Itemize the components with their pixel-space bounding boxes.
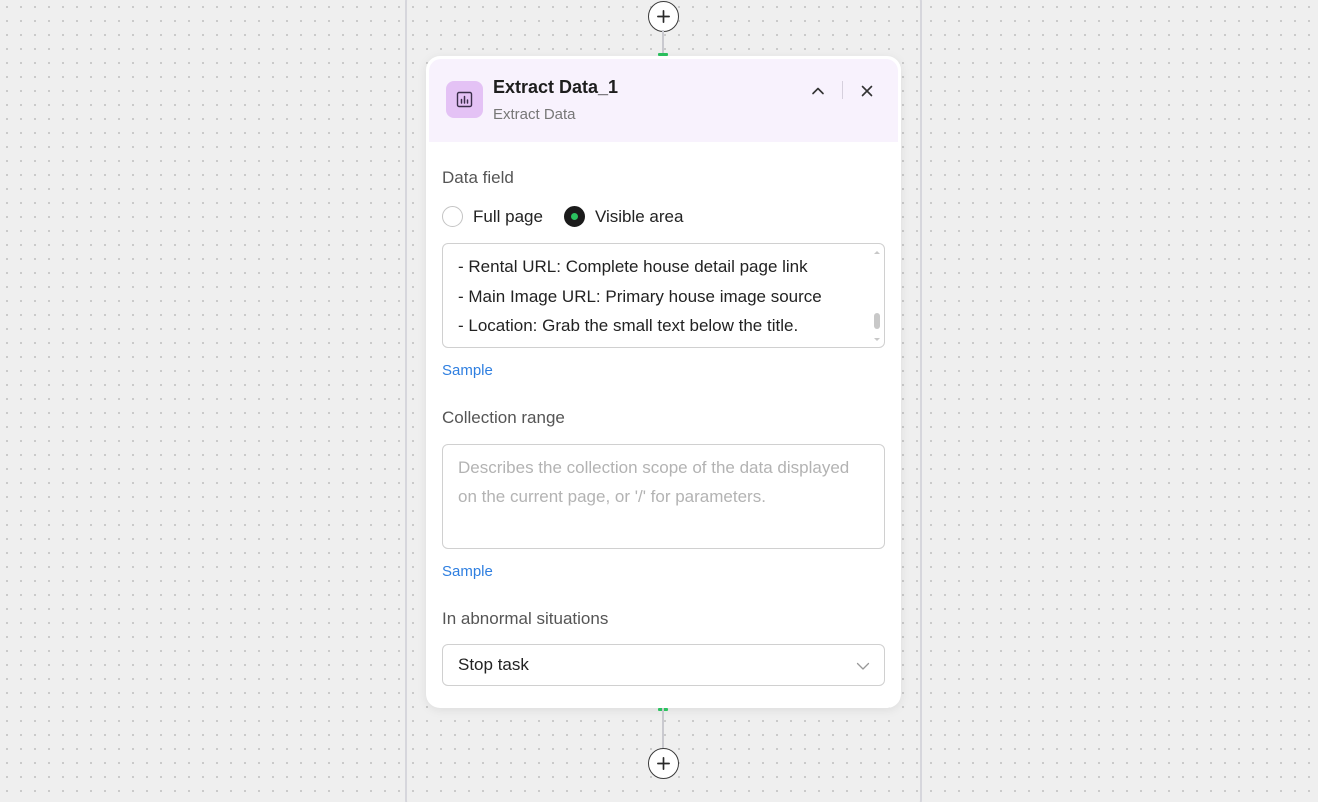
data-field-sample-link[interactable]: Sample: [442, 362, 493, 379]
data-field-options: Full page Visible area: [442, 206, 704, 227]
collapse-button[interactable]: [806, 79, 830, 103]
connector-top: [662, 30, 664, 54]
select-value: Stop task: [458, 655, 529, 674]
collection-range-placeholder: Describes the collection scope of the da…: [458, 458, 850, 506]
collection-range-textarea[interactable]: Describes the collection scope of the da…: [442, 444, 885, 549]
close-button[interactable]: [855, 79, 879, 103]
node-subtitle: Extract Data: [493, 106, 576, 123]
textarea-line: - Rental URL: Complete house detail page…: [458, 257, 808, 276]
collection-range-sample-link[interactable]: Sample: [442, 563, 493, 580]
add-step-button-top[interactable]: [648, 1, 679, 32]
abnormal-situations-label: In abnormal situations: [442, 609, 609, 628]
textarea-line: - Main Image URL: Primary house image so…: [458, 286, 822, 306]
chevron-up-icon: [812, 87, 824, 95]
close-icon: [861, 85, 873, 97]
scroll-down-icon[interactable]: [873, 337, 881, 343]
scroll-up-icon[interactable]: [873, 249, 881, 255]
node-header: Extract Data_1 Extract Data: [429, 59, 898, 142]
radio-visible-area[interactable]: Visible area: [563, 206, 684, 227]
scroll-thumb[interactable]: [874, 313, 880, 329]
plus-icon: [657, 10, 670, 23]
textarea-content: - Rental URL: Complete house detail page…: [458, 252, 860, 341]
radio-label: Full page: [473, 206, 543, 226]
abnormal-situations-select[interactable]: Stop task: [442, 644, 885, 686]
radio-circle-checked[interactable]: [563, 206, 585, 227]
textarea-scrollbar[interactable]: [873, 249, 881, 343]
chevron-down-icon: [856, 662, 870, 670]
textarea-line: - Location: Grab the small text below th…: [458, 316, 799, 335]
add-step-button-bottom[interactable]: [648, 748, 679, 779]
radio-label: Visible area: [594, 206, 684, 226]
data-field-textarea[interactable]: - Rental URL: Complete house detail page…: [442, 243, 885, 348]
radio-circle-unchecked[interactable]: [442, 206, 463, 227]
header-divider: [842, 81, 843, 99]
extract-data-node-card[interactable]: Extract Data_1 Extract Data Data field F…: [426, 56, 901, 708]
bar-chart-icon: [446, 81, 483, 118]
node-title[interactable]: Extract Data_1: [493, 77, 618, 98]
collection-range-label: Collection range: [442, 408, 565, 427]
data-field-label: Data field: [442, 168, 514, 187]
radio-full-page[interactable]: Full page: [442, 206, 543, 227]
plus-icon: [657, 757, 670, 770]
connector-bottom: [662, 708, 664, 750]
